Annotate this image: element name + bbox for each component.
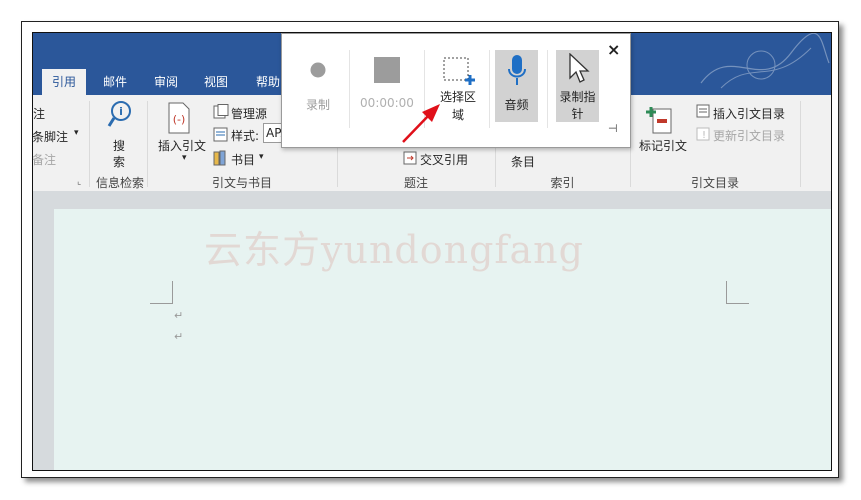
tab-mailings[interactable]: 邮件	[103, 69, 127, 95]
next-footnote-button[interactable]: 下一条脚注	[33, 128, 68, 145]
chevron-down-icon[interactable]: ▾	[259, 152, 264, 162]
chevron-down-icon[interactable]: ▾	[182, 153, 187, 163]
select-area-label-2: 域	[451, 108, 464, 122]
cross-reference-icon[interactable]	[403, 151, 418, 166]
select-area-label-1: 选择区	[439, 90, 476, 104]
divider	[424, 50, 425, 128]
search-label-1[interactable]: 搜	[113, 137, 125, 154]
decorative-swirl-icon	[700, 33, 830, 89]
cross-reference-button[interactable]: 交叉引用	[420, 151, 468, 168]
pin-icon[interactable]: ⊣	[608, 122, 618, 135]
mouse-pointer-icon	[569, 53, 590, 83]
audio-toggle-button[interactable]: 音频	[495, 50, 538, 122]
chevron-down-icon[interactable]: ▾	[74, 128, 79, 138]
screen-recording-toolbar: 录制 00:00:00 选择区 域 音频 录制指 针 × ⊣	[281, 33, 631, 148]
insert-citation-button[interactable]: 插入引文	[158, 137, 206, 154]
document-area: 云东方yundongfang ↵ ↵	[33, 191, 831, 470]
divider	[349, 50, 350, 128]
record-label: 录制	[305, 98, 330, 112]
svg-text:!: !	[702, 130, 706, 141]
group-label-index: 索引	[550, 176, 575, 190]
crop-mark-left	[150, 281, 173, 304]
watermark: 云东方yundongfang	[204, 228, 584, 272]
search-label-2[interactable]: 索	[113, 153, 125, 170]
mark-citation-icon[interactable]	[645, 105, 673, 135]
close-icon[interactable]: ×	[607, 40, 620, 59]
document-page[interactable]: 云东方yundongfang ↵ ↵	[54, 209, 831, 470]
tab-view[interactable]: 视图	[204, 69, 228, 95]
stop-square-icon	[374, 57, 400, 83]
search-icon[interactable]: i	[107, 100, 133, 130]
tab-review[interactable]: 审阅	[154, 69, 178, 95]
record-dot-icon	[310, 62, 326, 78]
record-pointer-label-1: 录制指	[559, 90, 596, 104]
timer-label: 00:00:00	[360, 96, 414, 110]
svg-text:i: i	[119, 105, 123, 118]
dialog-launcher-icon[interactable]: ⌞	[77, 177, 81, 187]
style-icon	[213, 127, 228, 142]
record-button[interactable]: 录制	[288, 50, 348, 130]
bibliography-button[interactable]: 书目	[231, 151, 255, 168]
microphone-icon	[508, 55, 526, 85]
insert-footnote-button[interactable]: 脚注	[33, 105, 45, 122]
group-label-toa: 引文目录	[690, 176, 739, 190]
insert-table-of-authorities-icon[interactable]	[696, 104, 711, 119]
update-table-button[interactable]: 更新引文目录	[713, 127, 785, 144]
audio-label: 音频	[504, 98, 529, 112]
divider	[489, 50, 490, 128]
bibliography-icon[interactable]	[213, 150, 229, 166]
update-table-icon: !	[696, 127, 710, 141]
group-divider	[89, 101, 90, 187]
mark-citation-button[interactable]: 标记引文	[639, 137, 687, 154]
style-label: 样式:	[231, 129, 260, 143]
stop-button[interactable]: 00:00:00	[356, 50, 418, 130]
group-label-research: 信息检索	[95, 176, 144, 190]
group-label-citations: 引文与书目	[211, 176, 272, 190]
tab-help[interactable]: 帮助	[256, 69, 280, 95]
crop-mark-right	[726, 281, 749, 304]
divider	[547, 50, 548, 128]
select-area-icon	[443, 57, 475, 85]
insert-citation-icon[interactable]: (-)	[166, 102, 192, 134]
record-pointer-toggle-button[interactable]: 录制指 针	[556, 50, 599, 122]
group-label-captions: 题注	[403, 176, 428, 190]
group-divider	[800, 101, 801, 187]
select-area-button[interactable]: 选择区 域	[430, 50, 486, 130]
mark-entry-button[interactable]: 条目	[511, 153, 535, 170]
show-notes-button[interactable]: 显示备注	[33, 151, 56, 168]
manage-sources-button[interactable]: 管理源	[231, 105, 267, 122]
paragraph-mark: ↵	[174, 330, 184, 343]
tab-references[interactable]: 引用	[42, 69, 87, 95]
insert-table-of-authorities-button[interactable]: 插入引文目录	[713, 105, 785, 122]
record-pointer-label-2: 针	[571, 107, 584, 121]
svg-text:(-): (-)	[173, 113, 186, 126]
manage-sources-icon[interactable]	[213, 104, 229, 120]
paragraph-mark: ↵	[174, 309, 184, 322]
